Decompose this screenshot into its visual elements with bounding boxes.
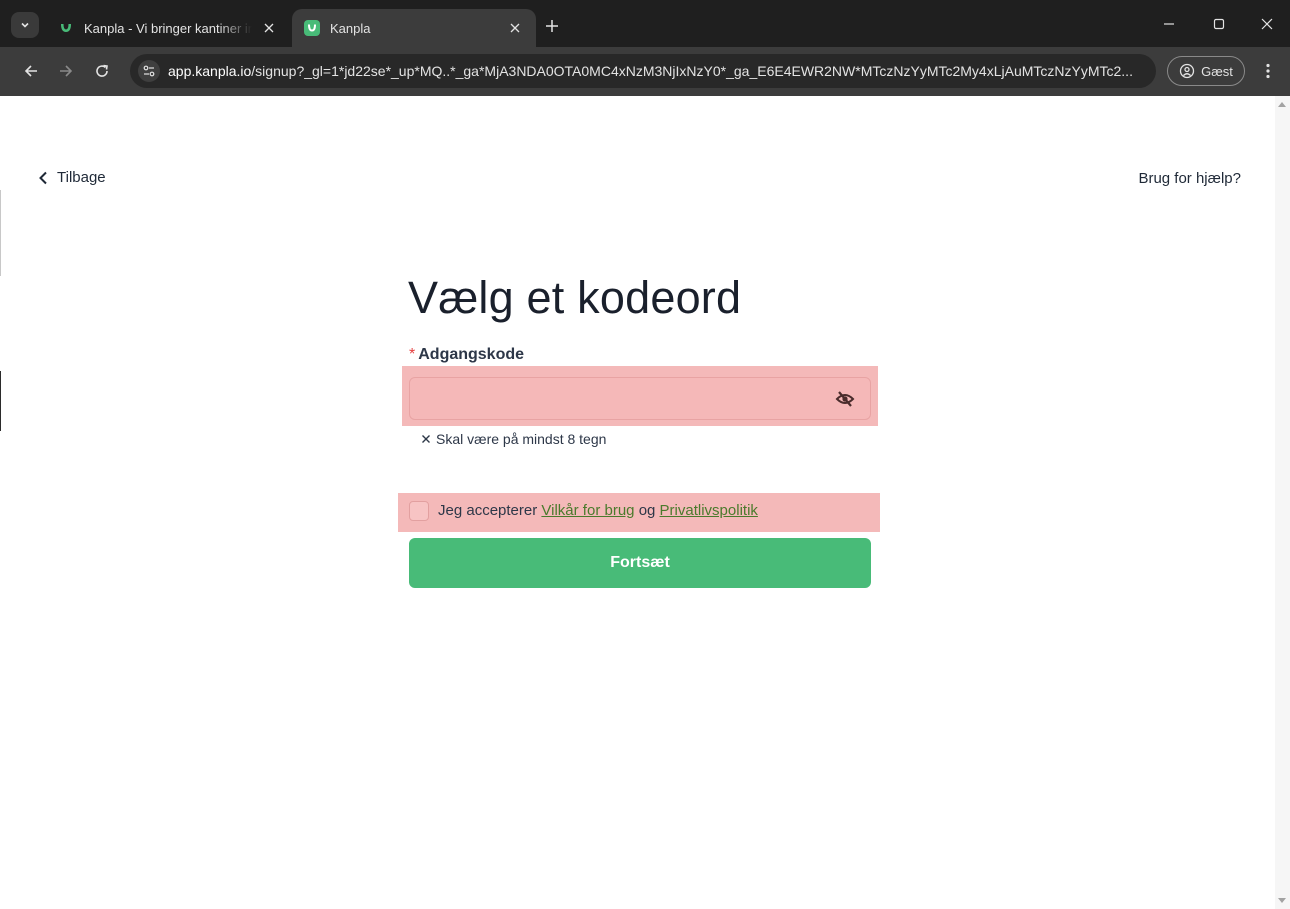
minimize-button[interactable] <box>1154 10 1184 38</box>
kanpla-favicon <box>58 20 74 36</box>
password-label-text: Adgangskode <box>418 346 525 363</box>
close-tab-icon[interactable] <box>506 19 524 37</box>
tab-title: Kanpla <box>330 20 371 36</box>
tab-title: Kanpla - Vi bringer kantiner ind <box>84 20 252 36</box>
address-bar[interactable]: app.kanpla.io/signup?_gl=1*jd22se*_up*MQ… <box>130 54 1156 88</box>
tab-kanpla-active[interactable]: Kanpla <box>292 9 536 47</box>
chevron-left-icon <box>39 171 47 184</box>
password-requirement-hint: Skal være på mindst 8 tegn <box>421 431 606 447</box>
back-link[interactable]: Tilbage <box>38 169 106 186</box>
new-tab-button[interactable] <box>541 15 563 37</box>
close-tab-icon[interactable] <box>260 19 278 37</box>
password-input[interactable] <box>410 378 870 419</box>
reload-icon <box>96 64 108 77</box>
close-window-button[interactable] <box>1252 10 1282 38</box>
help-link[interactable]: Brug for hjælp? <box>1138 170 1241 187</box>
scroll-down-arrow[interactable] <box>1278 898 1286 903</box>
terms-label: Jeg accepterer Vilkår for brug og Privat… <box>438 502 758 519</box>
vertical-scrollbar[interactable] <box>1275 96 1290 909</box>
required-mark: * <box>409 346 416 363</box>
x-icon <box>422 435 430 443</box>
profile-button[interactable]: Gæst <box>1167 56 1245 86</box>
profile-label: Gæst <box>1201 63 1233 79</box>
maximize-icon <box>1213 18 1225 30</box>
arrow-left-icon <box>24 65 37 77</box>
privacy-policy-link[interactable]: Privatlivspolitik <box>660 502 758 519</box>
reload-button[interactable] <box>90 59 114 83</box>
browser-toolbar: app.kanpla.io/signup?_gl=1*jd22se*_up*MQ… <box>0 47 1290 96</box>
kebab-menu-icon <box>1266 63 1270 79</box>
continue-button[interactable]: Fortsæt <box>409 538 871 588</box>
password-label: * Adgangskode <box>409 346 524 364</box>
arrow-right-icon <box>60 65 73 77</box>
page-title: Vælg et kodeord <box>408 272 742 323</box>
url-path: /signup?_gl=1*jd22se*_up*MQ..*_ga*MjA3ND… <box>251 63 1133 79</box>
back-nav-button[interactable] <box>19 59 43 83</box>
url-text: app.kanpla.io/signup?_gl=1*jd22se*_up*MQ… <box>168 63 1133 79</box>
terms-checkbox[interactable] <box>409 501 429 521</box>
tab-search-button[interactable] <box>11 12 39 38</box>
kanpla-favicon <box>304 20 320 36</box>
page-viewport: Tilbage Brug for hjælp? Vælg et kodeord … <box>0 96 1290 909</box>
minimize-icon <box>1164 23 1174 25</box>
close-icon <box>1261 18 1273 30</box>
terms-of-use-link[interactable]: Vilkår for brug <box>541 502 634 519</box>
person-circle-icon <box>1179 63 1195 79</box>
scroll-up-arrow[interactable] <box>1278 102 1286 107</box>
toggle-password-visibility-button[interactable] <box>834 389 856 409</box>
tab-kanpla-home[interactable]: Kanpla - Vi bringer kantiner ind <box>46 9 290 47</box>
maximize-button[interactable] <box>1204 10 1234 38</box>
url-host: app.kanpla.io <box>168 63 252 79</box>
tune-icon <box>143 65 155 77</box>
plus-icon <box>546 20 558 32</box>
password-field[interactable] <box>409 377 871 420</box>
eye-off-icon <box>835 391 855 407</box>
hint-text: Skal være på mindst 8 tegn <box>436 431 607 447</box>
chevron-down-icon <box>21 22 29 28</box>
browser-tab-bar: Kanpla - Vi bringer kantiner ind Kanpla <box>0 0 1290 47</box>
left-edge-divider <box>0 190 1 276</box>
left-edge-divider-dark <box>0 371 1 431</box>
back-link-label: Tilbage <box>57 169 106 186</box>
site-info-button[interactable] <box>138 60 160 82</box>
terms-middle: og <box>638 502 656 519</box>
terms-prefix: Jeg accepterer <box>438 502 538 519</box>
forward-nav-button[interactable] <box>54 59 78 83</box>
browser-menu-button[interactable] <box>1258 59 1278 83</box>
